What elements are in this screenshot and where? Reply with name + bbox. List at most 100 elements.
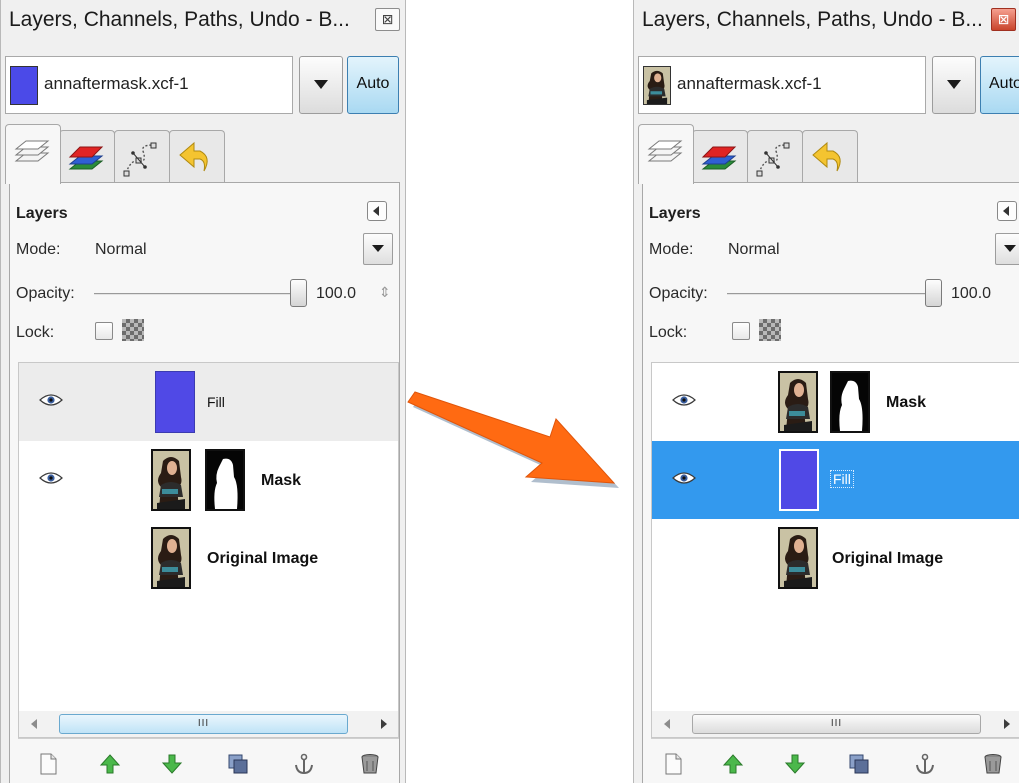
lock-label: Lock: xyxy=(16,324,55,341)
scroll-right-icon[interactable] xyxy=(381,719,387,729)
lock-pixels-checkbox[interactable] xyxy=(95,322,113,340)
opacity-label: Opacity: xyxy=(649,285,708,302)
paths-icon xyxy=(121,139,161,179)
opacity-slider-track[interactable] xyxy=(94,293,292,295)
window-title: Layers, Channels, Paths, Undo - B... xyxy=(9,8,350,31)
menu-arrow-icon xyxy=(1003,206,1009,216)
scroll-left-icon[interactable] xyxy=(664,719,670,729)
delete-layer-icon[interactable] xyxy=(981,752,1005,776)
new-layer-icon[interactable] xyxy=(661,752,685,776)
lower-layer-icon[interactable] xyxy=(160,752,184,776)
scroll-left-icon[interactable] xyxy=(31,719,37,729)
lock-alpha-icon[interactable] xyxy=(122,319,144,341)
anchor-layer-icon[interactable] xyxy=(292,752,316,776)
layer-row-fill[interactable]: Fill xyxy=(652,441,1019,519)
layer-row-mask[interactable]: Mask xyxy=(652,363,1019,441)
spin-arrows-icon[interactable]: ⇕ xyxy=(379,284,391,301)
tab-undo-history[interactable] xyxy=(802,130,858,183)
image-thumbnail xyxy=(10,66,38,105)
layers-dock: Layers Mode: Normal Opacity: 100.0 ⇕ Loc… xyxy=(9,182,400,783)
tab-layers[interactable] xyxy=(638,124,694,184)
layer-thumbnail xyxy=(778,371,818,433)
opacity-value[interactable]: 100.0 xyxy=(316,285,356,303)
layer-name[interactable]: Original Image xyxy=(207,550,318,568)
opacity-label: Opacity: xyxy=(16,285,75,302)
layer-mask-thumbnail[interactable] xyxy=(830,371,870,433)
mode-select[interactable]: Normal xyxy=(95,241,147,259)
tab-paths[interactable] xyxy=(114,130,170,183)
layers-dialog-after: Layers, Channels, Paths, Undo - B... ⊠ a… xyxy=(633,0,1019,783)
layers-icon xyxy=(12,133,52,173)
horizontal-scrollbar[interactable]: III xyxy=(651,711,1019,738)
tab-paths[interactable] xyxy=(747,130,803,183)
undo-icon xyxy=(176,139,216,179)
lower-layer-icon[interactable] xyxy=(783,752,807,776)
panel-menu-button[interactable] xyxy=(997,201,1017,221)
tab-layers[interactable] xyxy=(5,124,61,184)
lock-alpha-icon[interactable] xyxy=(759,319,781,341)
layer-row-original-image[interactable]: Original Image xyxy=(19,519,398,597)
opacity-value[interactable]: 100.0 xyxy=(951,285,991,303)
dock-tabs xyxy=(638,124,1019,184)
mode-dropdown-button[interactable] xyxy=(363,233,393,265)
layer-mask-thumbnail[interactable] xyxy=(205,449,245,511)
layer-row-mask[interactable]: Mask xyxy=(19,441,398,519)
mode-dropdown-button[interactable] xyxy=(995,233,1019,265)
close-button[interactable]: ⊠ xyxy=(991,8,1016,31)
layer-name[interactable]: Mask xyxy=(261,472,301,490)
layer-thumbnail xyxy=(151,527,191,589)
window-title: Layers, Channels, Paths, Undo - B... xyxy=(642,8,983,31)
panel-menu-button[interactable] xyxy=(367,201,387,221)
raise-layer-icon[interactable] xyxy=(98,752,122,776)
menu-arrow-icon xyxy=(373,206,379,216)
duplicate-layer-icon[interactable] xyxy=(847,752,871,776)
layer-name[interactable]: Original Image xyxy=(832,550,943,568)
auto-button[interactable]: Auto xyxy=(980,56,1019,114)
opacity-slider-track[interactable] xyxy=(727,293,927,295)
layer-row-original-image[interactable]: Original Image xyxy=(652,519,1019,597)
layer-name[interactable]: Fill xyxy=(207,394,225,410)
eye-icon[interactable] xyxy=(672,471,696,485)
layer-row-fill[interactable]: Fill xyxy=(19,363,398,441)
eye-icon[interactable] xyxy=(672,393,696,407)
panel-title: Layers xyxy=(16,205,68,222)
anchor-layer-icon[interactable] xyxy=(913,752,937,776)
tab-undo-history[interactable] xyxy=(169,130,225,183)
raise-layer-icon[interactable] xyxy=(721,752,745,776)
opacity-slider-handle[interactable] xyxy=(290,279,307,307)
image-dropdown-button[interactable] xyxy=(299,56,343,114)
mode-select[interactable]: Normal xyxy=(728,241,780,259)
auto-button[interactable]: Auto xyxy=(347,56,399,114)
title-bar: Layers, Channels, Paths, Undo - B... ⊠ xyxy=(634,0,1019,38)
layers-icon xyxy=(645,133,685,173)
scroll-right-icon[interactable] xyxy=(1004,719,1010,729)
tab-channels[interactable] xyxy=(59,130,115,183)
delete-layer-icon[interactable] xyxy=(358,752,382,776)
image-thumbnail xyxy=(643,66,671,105)
eye-icon[interactable] xyxy=(39,471,63,485)
lock-pixels-checkbox[interactable] xyxy=(732,322,750,340)
scrollbar-thumb[interactable]: III xyxy=(59,714,348,734)
duplicate-layer-icon[interactable] xyxy=(226,752,250,776)
image-selector[interactable]: annaftermask.xcf-1 xyxy=(638,56,926,114)
image-selector[interactable]: annaftermask.xcf-1 xyxy=(5,56,293,114)
tab-channels[interactable] xyxy=(692,130,748,183)
lock-label: Lock: xyxy=(649,324,688,341)
image-name: annaftermask.xcf-1 xyxy=(44,74,189,93)
layer-name[interactable]: Mask xyxy=(886,394,926,412)
chevron-down-icon xyxy=(372,245,384,252)
layers-dialog-before: Layers, Channels, Paths, Undo - B... ⊠ a… xyxy=(0,0,406,783)
mode-label: Mode: xyxy=(649,241,694,258)
close-button[interactable]: ⊠ xyxy=(375,8,400,31)
new-layer-icon[interactable] xyxy=(36,752,60,776)
opacity-slider-handle[interactable] xyxy=(925,279,942,307)
horizontal-scrollbar[interactable]: III xyxy=(18,711,399,738)
layer-thumbnail xyxy=(778,527,818,589)
layer-name[interactable]: Fill xyxy=(830,470,854,488)
eye-icon[interactable] xyxy=(39,393,63,407)
channels-icon xyxy=(699,139,739,179)
chevron-down-icon xyxy=(1004,245,1016,252)
scrollbar-thumb[interactable]: III xyxy=(692,714,981,734)
image-dropdown-button[interactable] xyxy=(932,56,976,114)
mode-label: Mode: xyxy=(16,241,61,258)
